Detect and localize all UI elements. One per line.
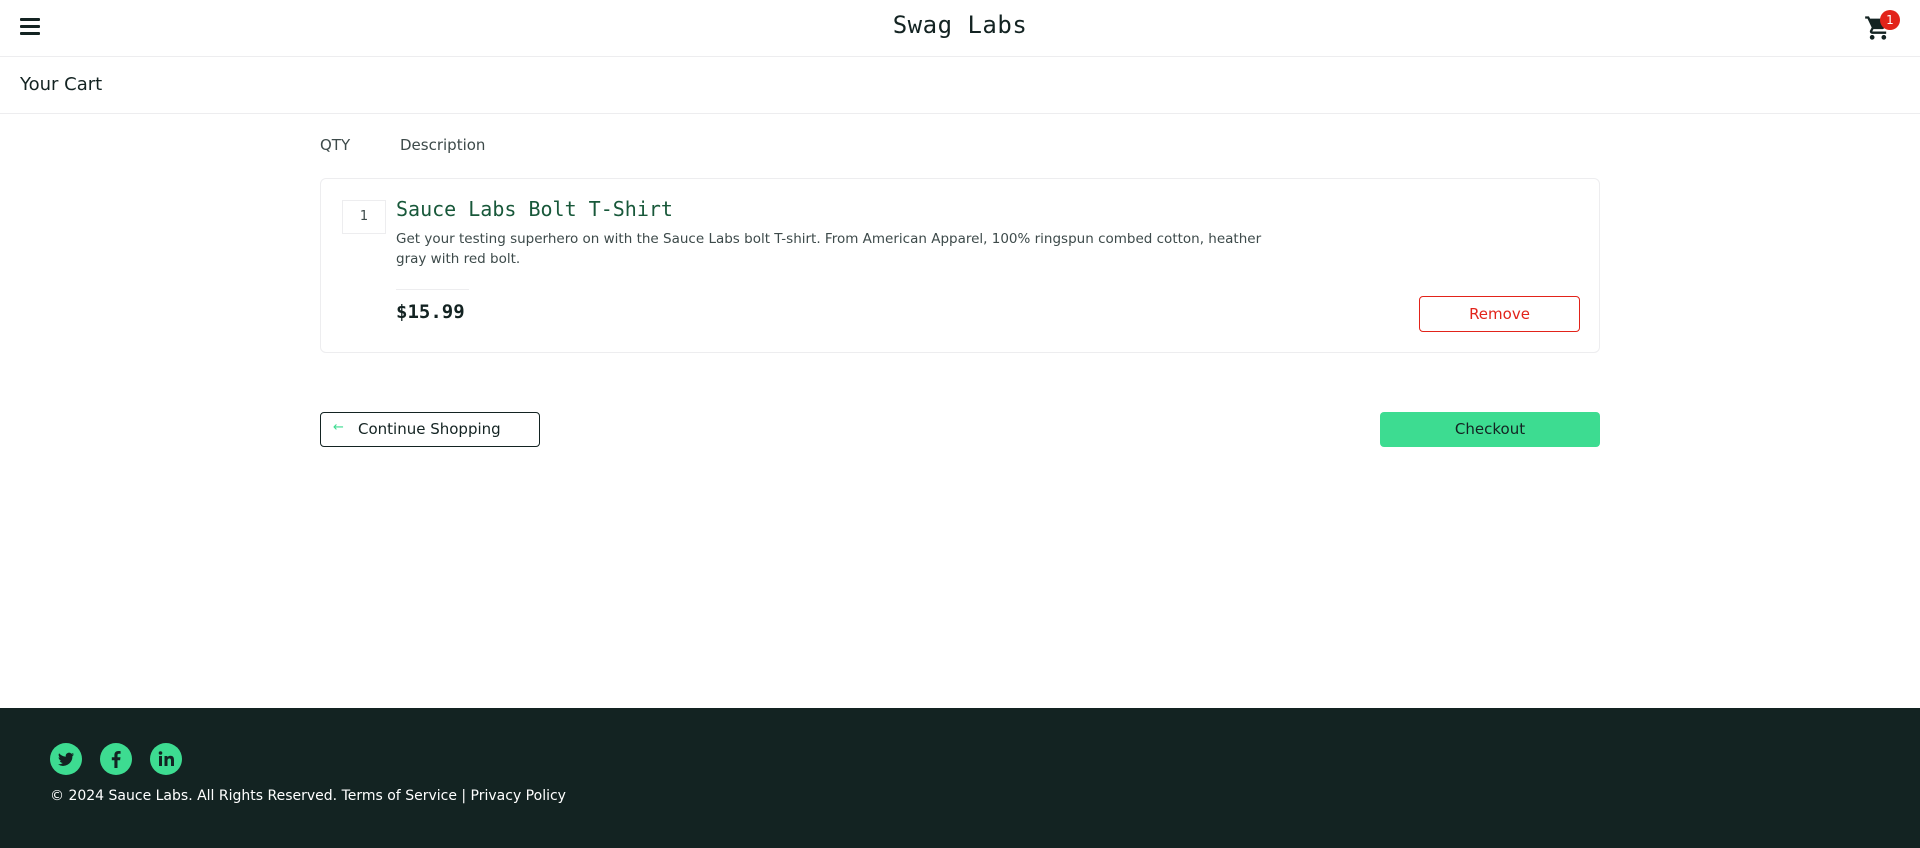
cart-item: 1 Sauce Labs Bolt T-Shirt Get your testi… [320,178,1600,353]
app-logo: Swag Labs [892,11,1028,39]
secondary-header: Your Cart [0,57,1920,114]
cart-item-quantity: 1 [342,200,386,234]
footer: © 2024 Sauce Labs. All Rights Reserved. … [0,708,1920,848]
continue-shopping-label: Continue Shopping [358,420,501,438]
checkout-button[interactable]: Checkout [1380,412,1600,447]
description-column-label: Description [400,136,486,154]
twitter-icon[interactable] [50,743,82,775]
remove-button[interactable]: Remove [1419,296,1580,332]
price-divider [396,289,469,290]
linkedin-icon[interactable] [150,743,182,775]
cart-item-description: Get your testing superhero on with the S… [396,231,1262,267]
qty-column-label: QTY [320,136,351,154]
cart-item-price: $15.99 [396,301,465,323]
facebook-icon[interactable] [100,743,132,775]
continue-shopping-button[interactable]: ← Continue Shopping [320,412,540,447]
cart-count-badge: 1 [1880,10,1900,30]
footer-copyright: © 2024 Sauce Labs. All Rights Reserved. … [50,788,566,804]
page-title: Your Cart [20,74,103,95]
primary-header: Swag Labs 1 [0,0,1920,57]
arrow-left-icon: ← [333,420,344,435]
cart-item-name-link[interactable]: Sauce Labs Bolt T-Shirt [396,197,673,221]
